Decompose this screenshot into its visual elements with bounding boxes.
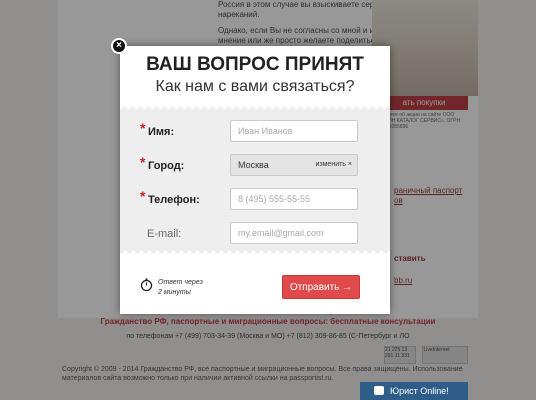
city-label: Город: bbox=[148, 160, 185, 172]
required-mark: * bbox=[140, 120, 146, 136]
required-mark: * bbox=[140, 154, 146, 170]
phone-row: * Телефон: 8 (495) 555-55-55 bbox=[120, 188, 390, 216]
modal-subtitle: Как нам с вами связаться? bbox=[155, 78, 355, 95]
close-icon[interactable]: × bbox=[111, 38, 127, 54]
zigzag-divider bbox=[120, 248, 390, 254]
city-value: Москва bbox=[238, 160, 269, 170]
modal-title: ВАШ ВОПРОС ПРИНЯТ bbox=[146, 54, 364, 75]
response-time-line: Ответ через bbox=[158, 279, 203, 286]
stopwatch-icon bbox=[140, 278, 153, 291]
chat-bubble-icon bbox=[374, 386, 384, 395]
city-row: * Город: Москва изменить × bbox=[120, 154, 390, 182]
phone-label: Телефон: bbox=[148, 194, 200, 206]
name-row: * Имя: Иван Иванов bbox=[120, 120, 390, 148]
response-time-line: 2 минуты bbox=[158, 289, 191, 296]
email-row: E-mail: my.email@gmail.com bbox=[120, 222, 390, 250]
phone-input[interactable]: 8 (495) 555-55-55 bbox=[230, 188, 358, 210]
city-change-link[interactable]: изменить × bbox=[316, 155, 353, 175]
city-field[interactable]: Москва изменить × bbox=[230, 154, 358, 176]
modal-header: ВАШ ВОПРОС ПРИНЯТ Как нам с вами связать… bbox=[120, 46, 390, 106]
response-time: Ответ через 2 минуты bbox=[158, 278, 203, 298]
chat-label: Юрист Online! bbox=[390, 386, 449, 396]
modal-footer: Ответ через 2 минуты Отправить → bbox=[120, 260, 390, 314]
zigzag-divider bbox=[120, 106, 390, 112]
name-input[interactable]: Иван Иванов bbox=[230, 120, 358, 142]
email-input[interactable]: my.email@gmail.com bbox=[230, 222, 358, 244]
contact-form: * Имя: Иван Иванов * Город: Москва измен… bbox=[120, 106, 390, 254]
required-mark: * bbox=[140, 188, 146, 204]
chat-widget[interactable]: Юрист Online! bbox=[360, 382, 468, 400]
contact-modal: ВАШ ВОПРОС ПРИНЯТ Как нам с вами связать… bbox=[120, 46, 390, 314]
name-label: Имя: bbox=[148, 126, 175, 138]
submit-button[interactable]: Отправить → bbox=[282, 275, 360, 299]
email-label: E-mail: bbox=[147, 228, 182, 240]
